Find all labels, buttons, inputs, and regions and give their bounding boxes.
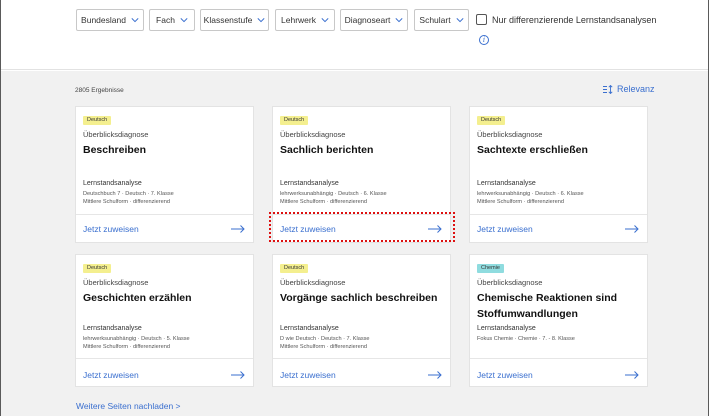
- diagnosis-type: Überblicksdiagnose: [280, 130, 346, 139]
- arrow-right-icon[interactable]: [231, 371, 245, 379]
- card-meta-line1: Deutschbuch 7 · Deutsch · 7. Klasse: [83, 191, 174, 197]
- subject-badge: Deutsch: [280, 264, 309, 273]
- card-meta-line2: Mittlere Schulform · differenzierend: [83, 344, 170, 350]
- card-meta-line2: Mittlere Schulform · differenzierend: [83, 199, 170, 205]
- filter-bundesland-dropdown[interactable]: Bundesland: [76, 9, 144, 31]
- card-title: Geschichten erzählen: [83, 292, 192, 304]
- arrow-right-icon[interactable]: [231, 225, 245, 233]
- card-meta-line1: lehrwerksunabhängig · Deutsch · 6. Klass…: [477, 191, 584, 197]
- card-divider: [76, 358, 253, 359]
- card-sachtexte-erschliessen: Deutsch Überblicksdiagnose Sachtexte ers…: [469, 106, 648, 243]
- card-meta-line1: Fokus Chemie · Chemie · 7. - 8. Klasse: [477, 336, 575, 342]
- card-divider: [273, 358, 450, 359]
- diagnosis-type: Überblicksdiagnose: [477, 130, 543, 139]
- card-title: Beschreiben: [83, 144, 147, 156]
- card-divider: [470, 358, 647, 359]
- filter-fach-dropdown[interactable]: Fach: [149, 9, 195, 31]
- subject-badge: Deutsch: [83, 264, 112, 273]
- card-divider: [76, 214, 253, 215]
- sort-button[interactable]: Relevanz: [603, 84, 655, 94]
- filter-fach-label: Fach: [156, 15, 175, 25]
- assign-link[interactable]: Jetzt zuweisen: [477, 224, 533, 234]
- card-analysis-type: Lernstandsanalyse: [83, 180, 142, 187]
- card-beschreiben: Deutsch Überblicksdiagnose Beschreiben L…: [75, 106, 254, 243]
- card-title: Chemische Reaktionen sind Stoffumwandlun…: [477, 292, 618, 320]
- diagnosis-type: Überblicksdiagnose: [280, 278, 346, 287]
- card-meta-line1: lehrwerksunabhängig · Deutsch · 5. Klass…: [83, 336, 190, 342]
- filter-klassenstufe-dropdown[interactable]: Klassenstufe: [200, 9, 269, 31]
- differenzierend-checkbox[interactable]: [476, 14, 487, 25]
- filter-schulart-label: Schulart: [419, 15, 451, 25]
- assign-link[interactable]: Jetzt zuweisen: [83, 224, 139, 234]
- card-meta-line1: D wie Deutsch · Deutsch · 7. Klasse: [280, 336, 370, 342]
- subject-badge: Deutsch: [280, 116, 309, 125]
- results-count: 2805 Ergebnisse: [75, 87, 124, 94]
- info-icon[interactable]: i: [479, 35, 489, 45]
- card-meta-line2: Mittlere Schulform · differenzierend: [477, 199, 564, 205]
- filter-diagnoseart-dropdown[interactable]: Diagnoseart: [340, 9, 408, 31]
- card-analysis-type: Lernstandsanalyse: [477, 325, 536, 332]
- arrow-right-icon[interactable]: [625, 225, 639, 233]
- sort-icon: [603, 84, 613, 94]
- subject-badge: Deutsch: [477, 116, 506, 125]
- filter-lehrwerk-label: Lehrwerk: [281, 15, 316, 25]
- card-chemische-reaktionen: Chemie Überblicksdiagnose Chemische Reak…: [469, 254, 648, 387]
- filter-lehrwerk-dropdown[interactable]: Lehrwerk: [275, 9, 335, 31]
- filter-schulart-dropdown[interactable]: Schulart: [414, 9, 469, 31]
- assign-link[interactable]: Jetzt zuweisen: [83, 370, 139, 380]
- sort-label: Relevanz: [617, 84, 655, 94]
- card-analysis-type: Lernstandsanalyse: [280, 180, 339, 187]
- chevron-down-icon: [131, 18, 139, 23]
- diagnosis-type: Überblicksdiagnose: [477, 278, 543, 287]
- card-title: Vorgänge sachlich beschreiben: [280, 292, 438, 304]
- subject-badge: Deutsch: [83, 116, 112, 125]
- card-geschichten-erzaehlen: Deutsch Überblicksdiagnose Geschichten e…: [75, 254, 254, 387]
- card-meta-line2: Mittlere Schulform · differenzierend: [280, 199, 367, 205]
- card-divider: [470, 214, 647, 215]
- filter-diagnoseart-label: Diagnoseart: [344, 15, 391, 25]
- filter-bar: Bundesland Fach Klassenstufe Lehrwerk Di…: [1, 0, 708, 70]
- card-vorgaenge-sachlich-beschreiben: Deutsch Überblicksdiagnose Vorgänge sach…: [272, 254, 451, 387]
- chevron-down-icon: [321, 18, 329, 23]
- card-meta-line1: lehrwerksunabhängig · Deutsch · 6. Klass…: [280, 191, 387, 197]
- load-more-link[interactable]: Weitere Seiten nachladen >: [76, 401, 181, 411]
- arrow-right-icon[interactable]: [428, 371, 442, 379]
- filter-klassenstufe-label: Klassenstufe: [203, 15, 253, 25]
- differenzierend-checkbox-row[interactable]: Nur differenzierende Lernstandsanalysen: [476, 14, 656, 25]
- filter-bundesland-label: Bundesland: [81, 15, 126, 25]
- subject-badge: Chemie: [477, 264, 504, 273]
- highlight-outline: [269, 212, 455, 242]
- card-analysis-type: Lernstandsanalyse: [477, 180, 536, 187]
- diagnosis-type: Überblicksdiagnose: [83, 278, 149, 287]
- card-analysis-type: Lernstandsanalyse: [280, 325, 339, 332]
- assign-link[interactable]: Jetzt zuweisen: [280, 370, 336, 380]
- card-title: Sachlich berichten: [280, 144, 374, 156]
- chevron-down-icon: [257, 18, 265, 23]
- arrow-right-icon[interactable]: [625, 371, 639, 379]
- diagnosis-type: Überblicksdiagnose: [83, 130, 149, 139]
- chevron-down-icon: [180, 18, 188, 23]
- differenzierend-checkbox-label: Nur differenzierende Lernstandsanalysen: [492, 14, 657, 25]
- chevron-down-icon: [456, 18, 464, 23]
- card-title: Sachtexte erschließen: [477, 144, 588, 156]
- assign-link[interactable]: Jetzt zuweisen: [477, 370, 533, 380]
- card-analysis-type: Lernstandsanalyse: [83, 325, 142, 332]
- card-meta-line2: Mittlere Schulform · differenzierend: [280, 344, 367, 350]
- chevron-down-icon: [395, 18, 403, 23]
